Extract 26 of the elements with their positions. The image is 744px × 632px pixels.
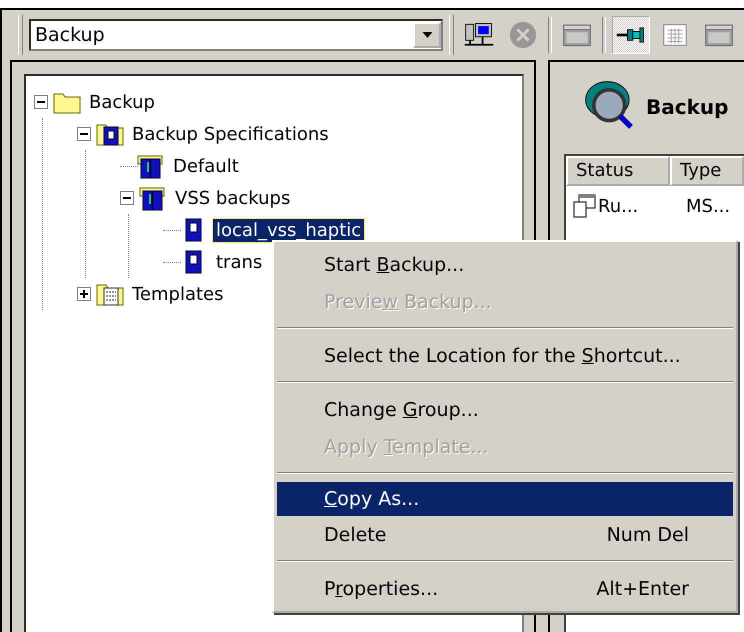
tree-item[interactable]: Backup: [86, 90, 158, 114]
tree-item[interactable]: Templates: [129, 282, 227, 306]
scope-dropdown[interactable]: Backup: [29, 19, 443, 51]
tree-item[interactable]: Backup Specifications: [129, 122, 332, 146]
collapse-icon[interactable]: [34, 95, 48, 109]
collapse-icon[interactable]: [120, 191, 134, 205]
table-cell-text: MS...: [685, 196, 730, 216]
column-header[interactable]: Status: [566, 156, 670, 186]
column-header[interactable]: Type: [670, 156, 744, 186]
menu-item[interactable]: Change Group...: [277, 391, 733, 428]
table-cell-text: Ru...: [598, 196, 640, 216]
tree-item[interactable]: local_vss_haptic: [213, 218, 364, 242]
expand-icon[interactable]: [77, 287, 91, 301]
windows-icon: [572, 193, 598, 219]
caret-icon: [422, 32, 432, 38]
menu-item[interactable]: Start Backup...: [277, 246, 733, 283]
menu-item[interactable]: Select the Location for the Shortcut...: [277, 337, 733, 374]
collapse-icon[interactable]: [77, 127, 91, 141]
tree-item[interactable]: Default: [170, 154, 242, 178]
tree-item[interactable]: trans: [213, 250, 266, 274]
menu-item[interactable]: Properties... Alt+Enter: [277, 570, 733, 607]
menu-item[interactable]: Delete Num Del: [277, 516, 733, 553]
pane-title: Backup: [646, 95, 728, 119]
menu-item[interactable]: Copy As...: [277, 482, 733, 516]
tree-item[interactable]: VSS backups: [172, 186, 294, 210]
pin-icon[interactable]: [612, 16, 650, 54]
